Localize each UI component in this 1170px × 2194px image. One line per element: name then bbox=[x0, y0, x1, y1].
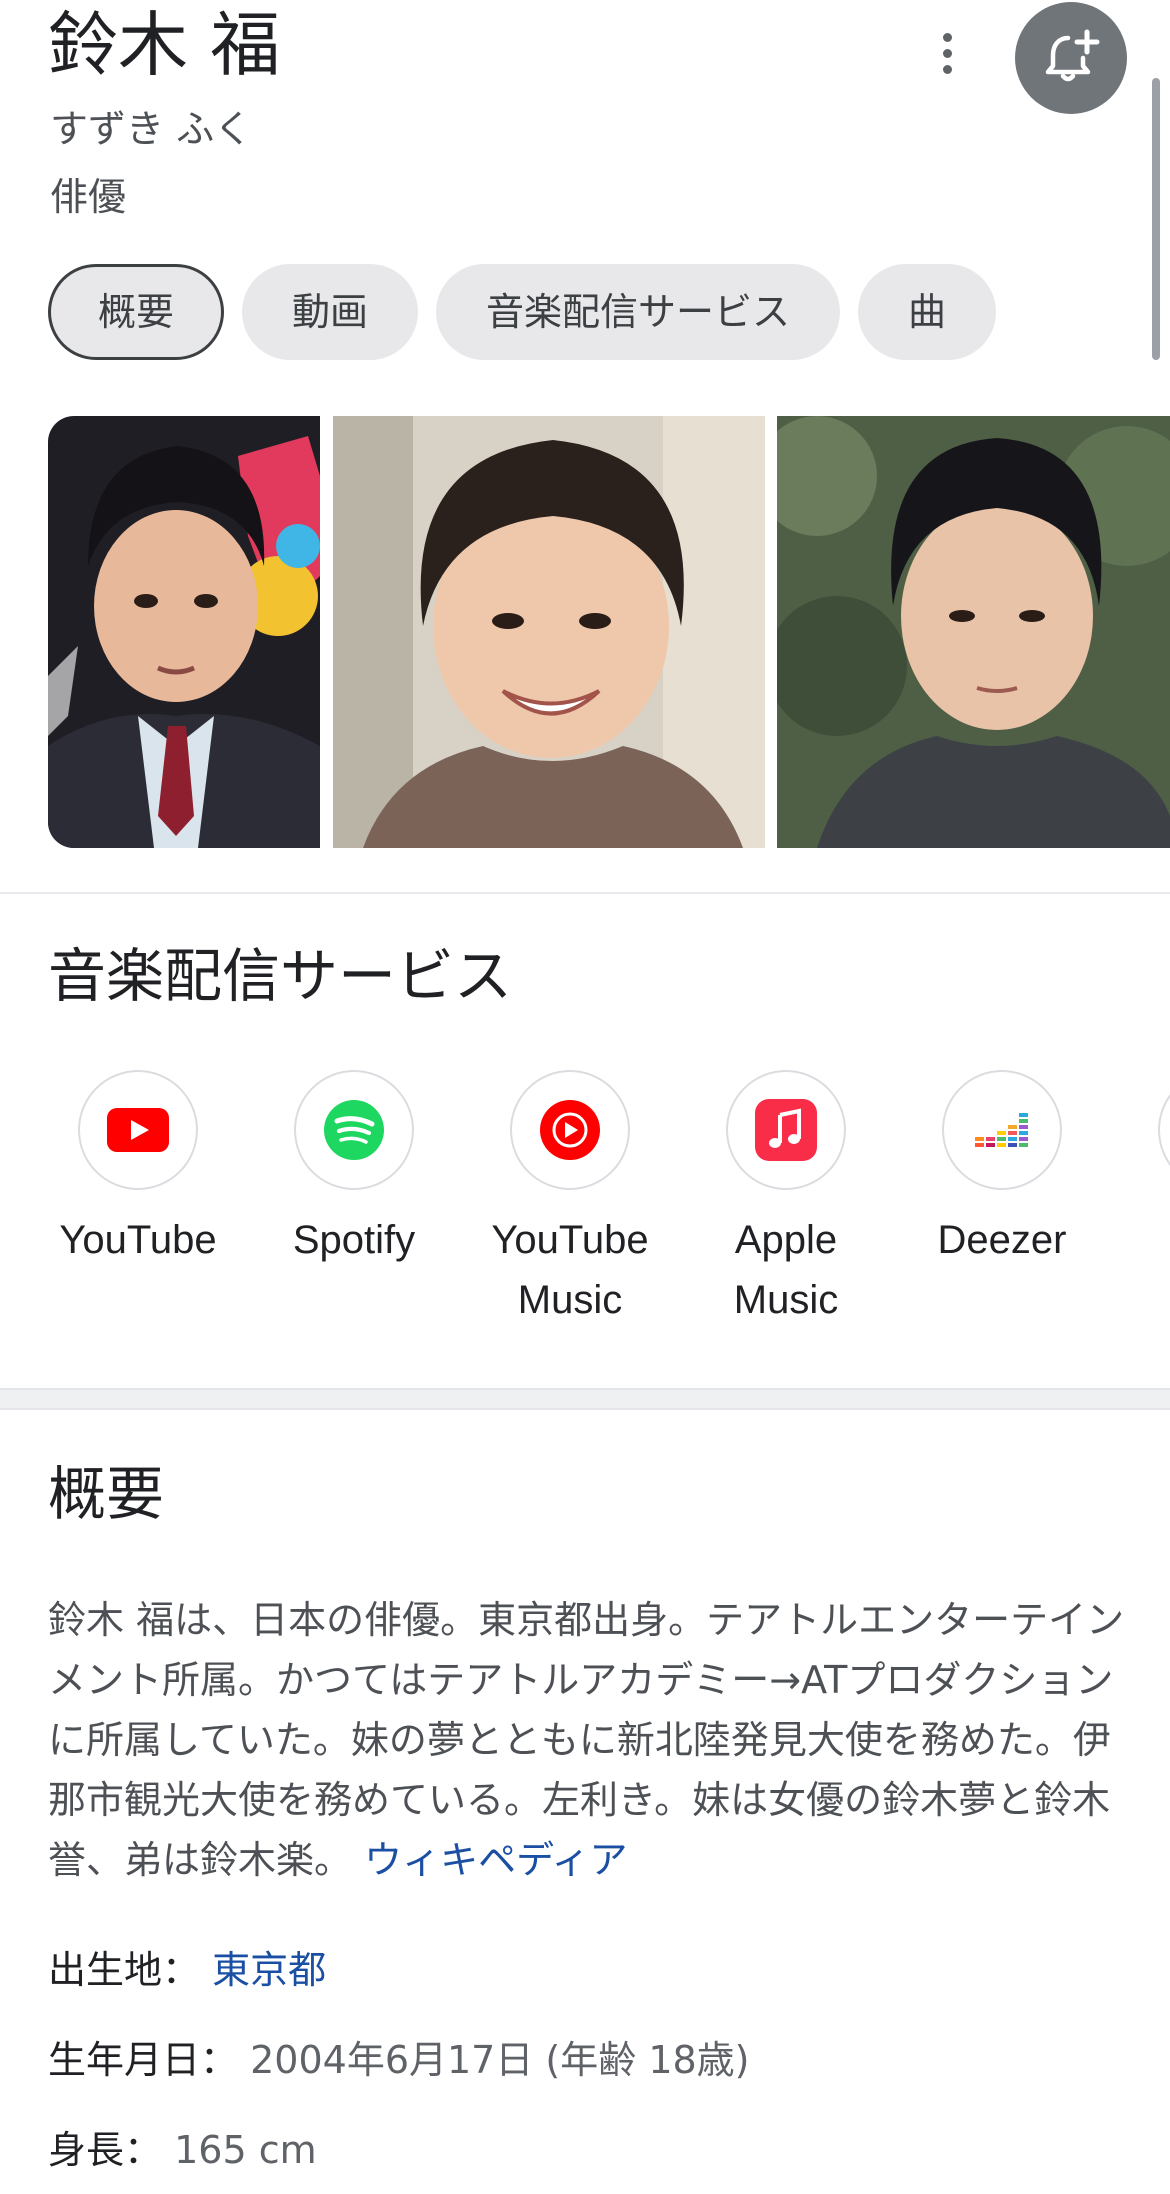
streaming-section-title: 音楽配信サービス bbox=[48, 942, 513, 1010]
birthplace-link[interactable]: 東京都 bbox=[212, 1948, 326, 1992]
service-more-partial[interactable] bbox=[1128, 1070, 1170, 1190]
fact-label: 生年月日： bbox=[48, 2038, 239, 2082]
wikipedia-link[interactable]: ウィキペディア bbox=[364, 1838, 627, 1882]
tab-bar: 概要 動画 音楽配信サービス 曲 bbox=[48, 264, 997, 360]
follow-notification-button[interactable] bbox=[1015, 2, 1127, 114]
tab-videos[interactable]: 動画 bbox=[242, 264, 419, 360]
entity-reading: すずき ふく bbox=[50, 107, 253, 151]
service-youtube[interactable]: YouTube bbox=[48, 1070, 228, 1270]
overview-description: 鈴木 福は、日本の俳優。東京都出身。テアトルエンターテインメント所属。かつてはテ… bbox=[48, 1590, 1128, 1890]
section-divider bbox=[0, 892, 1170, 894]
service-apple-music[interactable]: Apple Music bbox=[696, 1070, 876, 1330]
fact-birthplace: 出生地： 東京都 bbox=[48, 1942, 326, 1998]
streaming-services-list: YouTube Spotify YouTube Music Apple Musi… bbox=[48, 1070, 1170, 1340]
fact-value: 165 cm bbox=[174, 2128, 317, 2172]
image-thumbnail-3[interactable] bbox=[777, 416, 1170, 848]
fact-birthdate: 生年月日： 2004年6月17日 (年齢 18歳) bbox=[48, 2032, 750, 2088]
image-thumbnail-2[interactable] bbox=[333, 416, 765, 848]
tab-music-streaming[interactable]: 音楽配信サービス bbox=[436, 264, 841, 360]
more-vert-icon bbox=[942, 32, 952, 42]
tab-songs[interactable]: 曲 bbox=[858, 264, 997, 360]
entity-subtitle: 俳優 bbox=[50, 175, 127, 219]
fact-height: 身長： 165 cm bbox=[48, 2122, 317, 2178]
youtube-icon bbox=[107, 1108, 169, 1152]
entity-title: 鈴木 福 bbox=[48, 4, 281, 86]
fact-label: 身長： bbox=[48, 2128, 163, 2172]
apple-music-icon bbox=[755, 1099, 817, 1161]
image-thumbnail-1[interactable] bbox=[48, 416, 320, 848]
service-youtube-music[interactable]: YouTube Music bbox=[480, 1070, 660, 1330]
service-spotify[interactable]: Spotify bbox=[264, 1070, 444, 1270]
youtube-music-icon bbox=[540, 1100, 600, 1160]
section-separator bbox=[0, 1388, 1170, 1410]
page-scrollbar[interactable] bbox=[1152, 78, 1160, 360]
more-options-button[interactable] bbox=[922, 22, 972, 84]
overview-section-title: 概要 bbox=[48, 1460, 165, 1528]
service-deezer[interactable]: Deezer bbox=[912, 1070, 1092, 1270]
image-carousel bbox=[48, 416, 1170, 848]
fact-value: 2004年6月17日 (年齢 18歳) bbox=[250, 2038, 750, 2082]
spotify-icon bbox=[324, 1100, 384, 1160]
tab-overview[interactable]: 概要 bbox=[48, 264, 225, 360]
deezer-icon bbox=[975, 1113, 1028, 1147]
fact-label: 出生地： bbox=[48, 1948, 201, 1992]
bell-plus-icon bbox=[1045, 29, 1100, 82]
